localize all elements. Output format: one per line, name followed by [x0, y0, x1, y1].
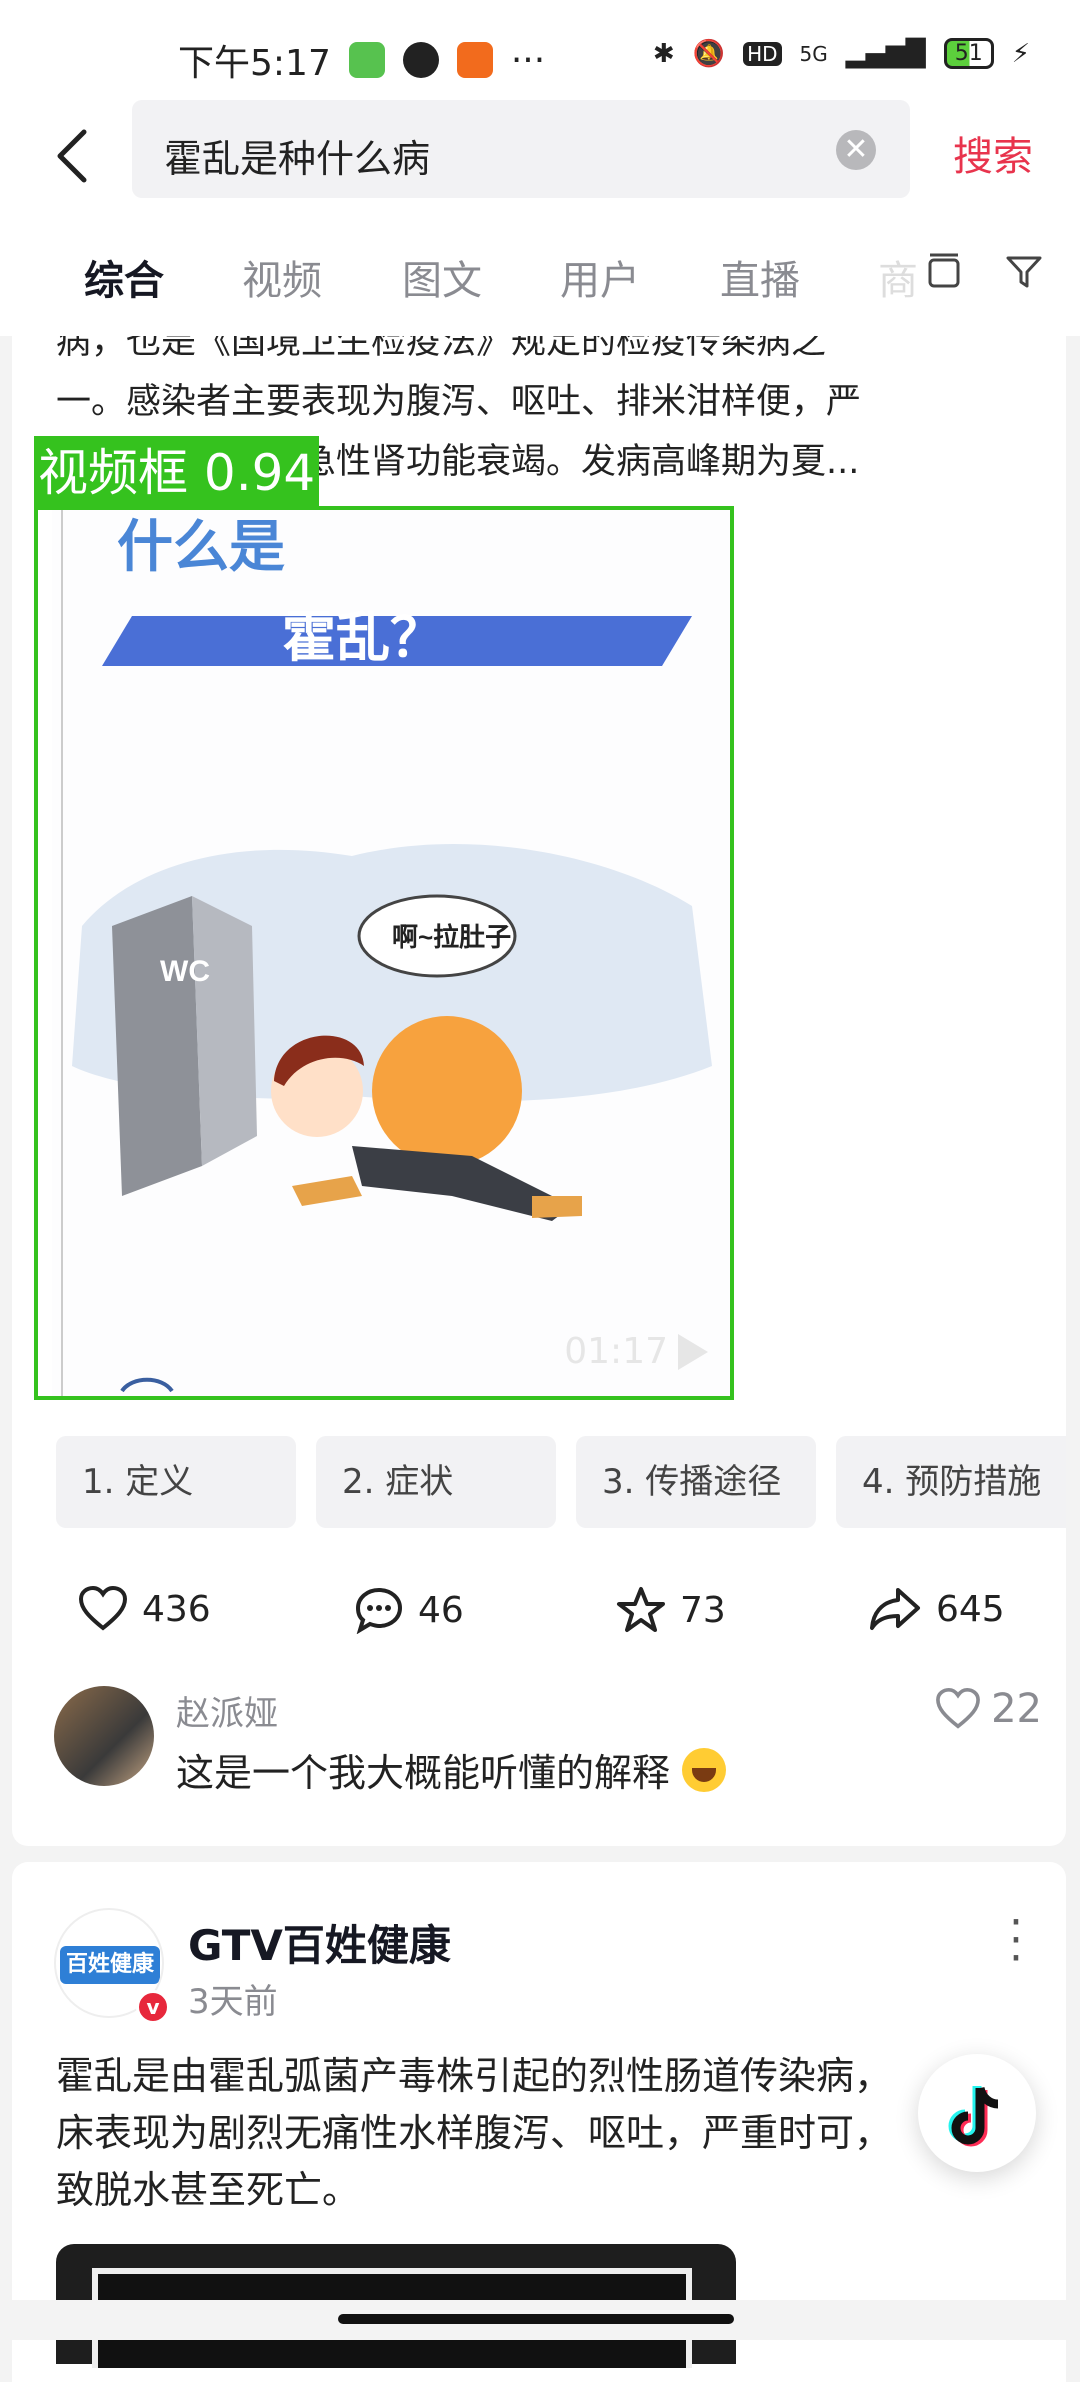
tab-comprehensive[interactable]: 综合 [84, 248, 164, 306]
chapter-chip[interactable]: 1. 定义 [56, 1436, 296, 1528]
mute-icon: 🔕 [692, 38, 726, 69]
post-line: 霍乱是由霍乱弧菌产毒株引起的烈性肠道传染病， [56, 2054, 893, 2098]
detection-box [34, 506, 734, 1400]
status-time: 下午5:17 [178, 43, 331, 84]
account-logo-text: 百姓健康 [60, 1946, 160, 1984]
signal-icon: ▂▄▆█ [845, 38, 926, 69]
status-bar: 下午5:17 ··· ✱ 🔕 HD 5G ▂▄▆█ 51 ⚡ [0, 0, 1080, 110]
comment-count: 46 [418, 1589, 464, 1631]
search-header: 霍乱是种什么病 ✕ 搜索 [0, 96, 1080, 216]
tab-live[interactable]: 直播 [720, 248, 800, 306]
post-time: 3天前 [188, 1982, 278, 2022]
battery-icon: 51 [943, 38, 994, 69]
share-icon [870, 1588, 920, 1630]
top-comment[interactable]: 赵派娅 这是一个我大概能听懂的解释 22 [12, 1686, 1066, 1816]
qq-icon [402, 42, 439, 78]
result-tabs: 综合 视频 图文 用户 直播 商 [0, 216, 1080, 336]
comment-icon [355, 1587, 403, 1634]
result-card-video[interactable]: 病，也是《国境卫生检疫法》规定的检疫传染病之 一。感染者主要表现为腹泻、呕吐、排… [12, 336, 1066, 1846]
comment-username[interactable]: 赵派娅 [176, 1686, 278, 1735]
more-options-icon[interactable]: · · · [1006, 1901, 1026, 1981]
network-label: 5G [799, 41, 828, 66]
excerpt-line: 病，也是《国境卫生检疫法》规定的检疫传染病之 [56, 336, 827, 362]
58-app-icon [456, 42, 493, 78]
star-icon [617, 1587, 665, 1632]
hd-icon: HD [743, 41, 782, 66]
chapter-chip[interactable]: 2. 症状 [316, 1436, 556, 1528]
filter-icon[interactable] [1002, 250, 1046, 294]
chapter-chips: 1. 定义 2. 症状 3. 传播途径 4. 预防措施 [56, 1436, 1066, 1528]
like-count: 436 [142, 1588, 211, 1630]
back-button[interactable] [48, 126, 98, 186]
home-indicator [0, 2300, 1080, 2340]
laughing-emoji-icon [682, 1747, 727, 1792]
tab-video[interactable]: 视频 [242, 248, 322, 306]
search-input[interactable]: 霍乱是种什么病 ✕ [132, 100, 910, 198]
excerpt-line: 一。感染者主要表现为腹泻、呕吐、排米泔样便，严 [56, 382, 862, 422]
favorite-count: 73 [680, 1589, 726, 1631]
verified-badge-icon: v [136, 1990, 170, 2024]
detection-label: 视频框 0.94 [34, 436, 320, 510]
app-notification-icon [348, 42, 385, 78]
chapter-chip[interactable]: 3. 传播途径 [576, 1436, 816, 1528]
battery-level: 51 [954, 41, 983, 66]
chevron-left-icon [57, 129, 87, 183]
comment-like-button[interactable]: 22 [935, 1686, 1042, 1732]
clear-icon[interactable]: ✕ [836, 130, 876, 170]
douyin-floating-button[interactable] [918, 2054, 1036, 2172]
share-button[interactable]: 645 [868, 1586, 1005, 1632]
action-bar: 436 46 73 645 [12, 1586, 1066, 1666]
tab-image-text[interactable]: 图文 [402, 248, 482, 306]
post-text[interactable]: 霍乱是由霍乱弧菌产毒株引起的烈性肠道传染病， 床表现为剧烈无痛性水样腹泻、呕吐，… [56, 2048, 956, 2219]
status-right: ✱ 🔕 HD 5G ▂▄▆█ 51 ⚡ [653, 38, 1030, 69]
more-notifications-icon: ··· [510, 39, 546, 81]
avatar[interactable] [54, 1686, 154, 1786]
layout-icon[interactable] [922, 250, 966, 294]
comment-like-count: 22 [991, 1686, 1042, 1732]
post-line: 床表现为剧烈无痛性水样腹泻、呕吐，严重时可， [56, 2111, 893, 2155]
tiktok-icon [948, 2086, 999, 2147]
account-name[interactable]: GTV百姓健康 [188, 1912, 451, 1973]
tab-overflow[interactable]: 商 [878, 248, 918, 306]
chapter-chip[interactable]: 4. 预防措施 [836, 1436, 1066, 1528]
search-query: 霍乱是种什么病 [164, 137, 431, 181]
home-indicator-pill[interactable] [338, 2314, 734, 2324]
post-line: 致脱水甚至死亡。 [56, 2168, 361, 2212]
like-button[interactable]: 436 [78, 1586, 211, 1632]
tab-users[interactable]: 用户 [560, 248, 640, 306]
comment-text: 这是一个我大概能听懂的解释 [176, 1742, 727, 1797]
comment-body: 这是一个我大概能听懂的解释 [176, 1751, 671, 1795]
search-button[interactable]: 搜索 [953, 124, 1033, 182]
favorite-button[interactable]: 73 [616, 1586, 726, 1634]
heart-icon [936, 1688, 981, 1729]
comment-button[interactable]: 46 [354, 1586, 464, 1634]
bluetooth-icon: ✱ [652, 38, 675, 69]
share-count: 645 [936, 1588, 1005, 1630]
heart-icon [78, 1586, 128, 1631]
status-left: 下午5:17 ··· [178, 34, 545, 86]
charging-icon: ⚡ [1011, 38, 1030, 69]
